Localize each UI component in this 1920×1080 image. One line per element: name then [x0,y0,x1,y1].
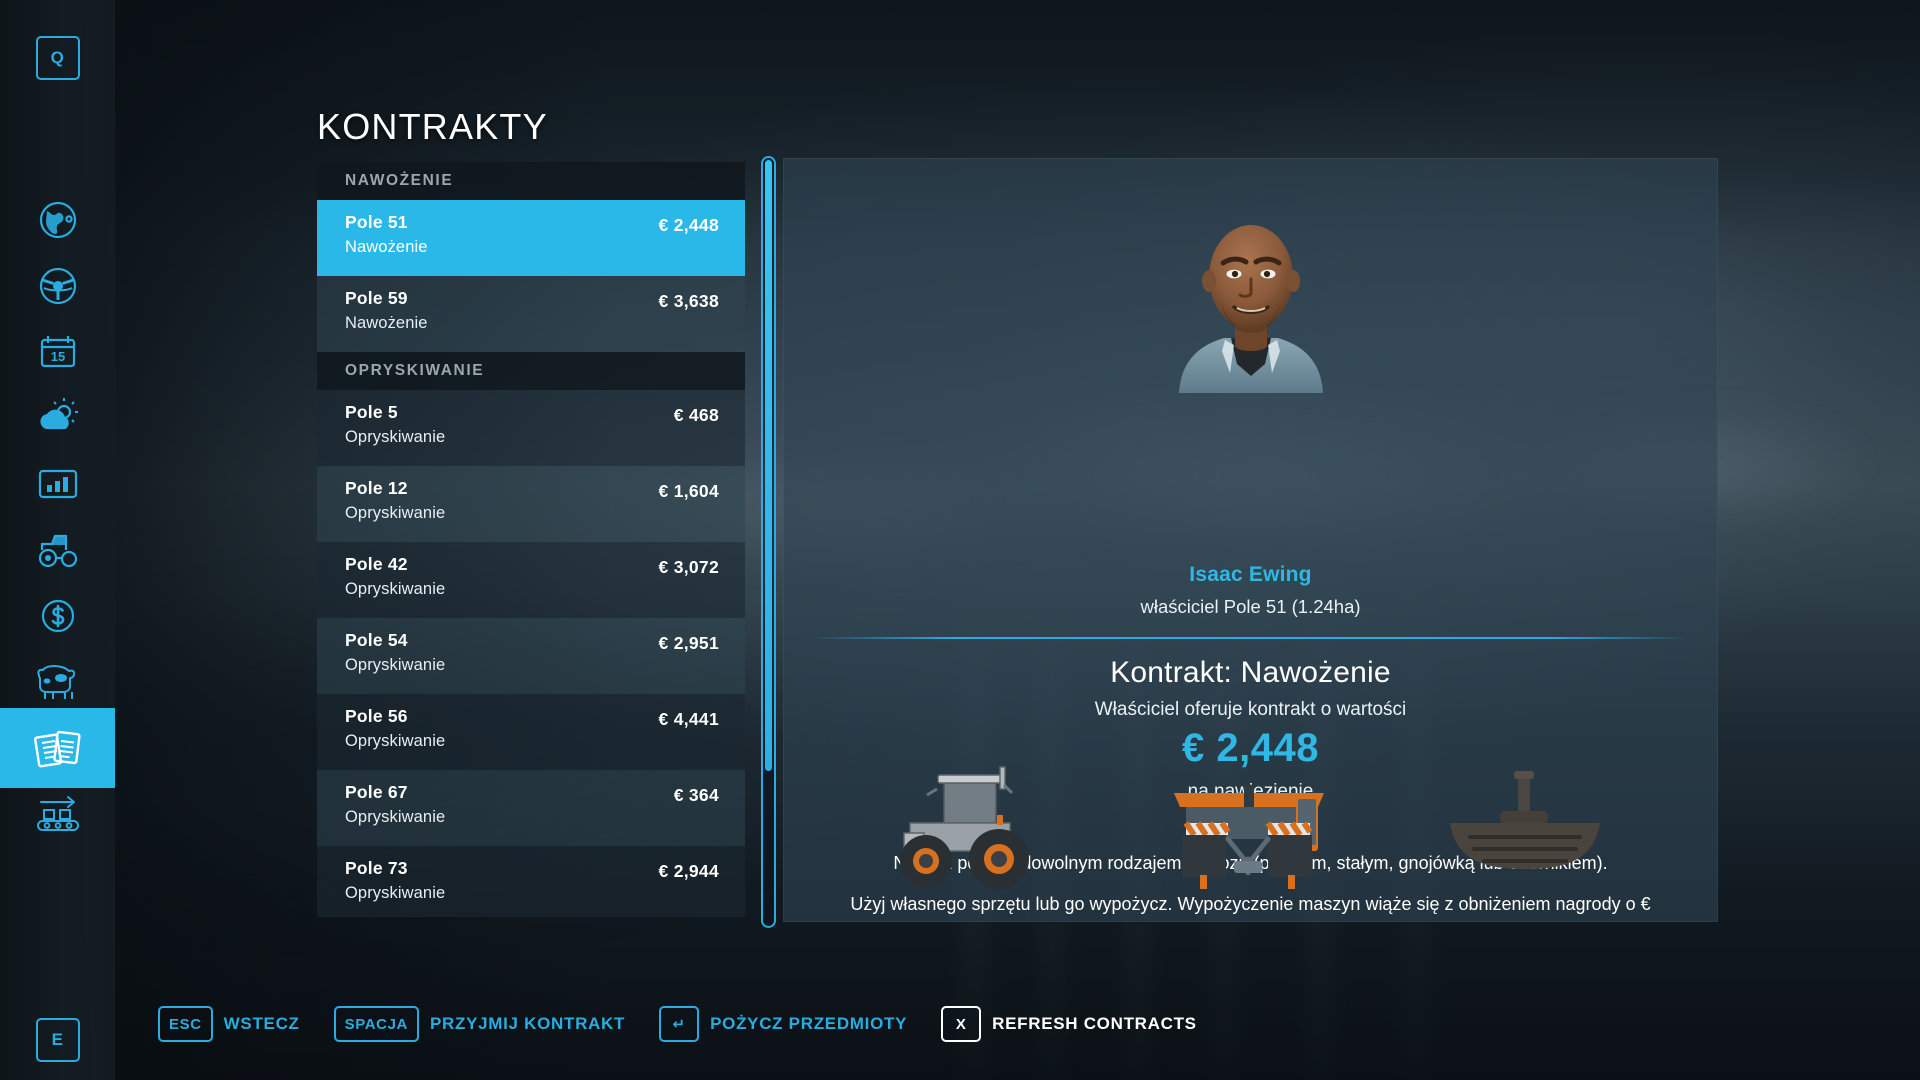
list-item-price: € 468 [673,405,719,425]
key-q-keycap: Q [35,36,80,80]
hint-borrow-items[interactable]: ↵ POŻYCZ PRZEDMIOTY [659,1006,907,1042]
list-item[interactable]: Pole 51 Nawożenie € 2,448 [317,200,745,276]
scrollbar-thumb[interactable] [765,160,772,772]
game-menu-screen: Q 15 E KONTRAKTY NAWOŻENIE Pole 51 Nawoż… [0,0,1920,1080]
list-item[interactable]: Pole 56 Opryskiwanie € 4,441 [317,694,745,770]
list-item-kind: Nawożenie [345,238,428,256]
sidebar: Q 15 E [0,0,115,1080]
list-item-kind: Opryskiwanie [345,428,446,446]
list-item-kind: Nawożenie [345,314,428,332]
list-item-price: € 2,944 [658,861,719,881]
weather-icon [34,395,82,441]
steering-wheel-icon [35,263,81,309]
equipment-previews [784,739,1717,899]
owner-name: Isaac Ewing [1189,563,1312,586]
cow-icon [32,662,84,702]
page-title: KONTRAKTY [317,106,548,147]
list-item-kind: Opryskiwanie [345,580,446,598]
key-q-label: Q [50,48,65,67]
contract-detail-panel: Isaac Ewing właściciel Pole 51 (1.24ha) … [783,158,1718,922]
sidebar-item-key-e[interactable]: E [0,1000,115,1080]
list-group-header: NAWOŻENIE [317,162,745,200]
hint-bar: ESC WSTECZ SPACJA PRZYJMIJ KONTRAKT ↵ PO… [158,1006,1197,1042]
list-item-kind: Opryskiwanie [345,732,446,750]
hint-key-x: X [941,1006,982,1042]
hint-back[interactable]: ESC WSTECZ [158,1006,300,1042]
hint-key-enter: ↵ [659,1006,700,1042]
hint-key-space: SPACJA [333,1006,419,1042]
chart-icon [35,464,81,504]
list-item-kind: Opryskiwanie [345,656,446,674]
hint-key-esc: ESC [158,1006,213,1042]
owner-portrait [1151,193,1351,393]
key-e-keycap: E [35,1018,80,1062]
fertilizer-spreader-preview [1156,749,1346,899]
hint-label-accept: PRZYJMIJ KONTRAKT [429,1014,626,1033]
list-item[interactable]: Pole 12 Opryskiwanie € 1,604 [317,466,745,542]
detail-divider [812,637,1689,639]
list-item-price: € 1,604 [658,481,719,501]
tractor-icon [33,528,83,572]
dollar-coin-icon [36,594,80,638]
hint-accept-contract[interactable]: SPACJA PRZYJMIJ KONTRAKT [333,1006,626,1042]
front-weight-preview [1430,749,1620,899]
list-item-kind: Opryskiwanie [345,884,446,902]
calendar-day-number: 15 [50,349,64,364]
hint-label-borrow: POŻYCZ PRZEDMIOTY [710,1014,908,1033]
list-scrollbar[interactable] [761,156,776,928]
conveyor-icon [31,792,85,836]
list-item-field: Pole 5 [345,402,398,422]
list-item[interactable]: Pole 59 Nawożenie € 3,638 [317,276,745,352]
list-item-price: € 3,638 [658,291,719,311]
contract-title: Kontrakt: Nawożenie [1110,656,1391,689]
list-item[interactable]: Pole 54 Opryskiwanie € 2,951 [317,618,745,694]
list-item[interactable]: Pole 67 Opryskiwanie € 364 [317,770,745,846]
offer-label: Właściciel oferuje kontrakt o wartości [1094,699,1407,720]
calendar-icon: 15 [35,329,81,375]
list-item-price: € 364 [673,785,719,805]
list-item-price: € 3,072 [658,557,719,577]
list-group-header: OPRYSKIWANIE [317,352,745,390]
sidebar-item-key-q[interactable]: Q [0,18,115,98]
tractor-preview [882,749,1072,899]
sidebar-item-production[interactable] [0,774,115,854]
hint-label-refresh: REFRESH CONTRACTS [992,1014,1197,1033]
list-item-price: € 2,951 [658,633,719,653]
hint-refresh-contracts[interactable]: X REFRESH CONTRACTS [941,1006,1197,1042]
list-item[interactable]: Pole 5 Opryskiwanie € 468 [317,390,745,466]
documents-icon [32,725,84,771]
list-item-kind: Opryskiwanie [345,808,446,826]
globe-icon [35,197,81,243]
list-item-price: € 4,441 [658,709,719,729]
owner-subtitle: właściciel Pole 51 (1.24ha) [1140,596,1361,617]
list-item-kind: Opryskiwanie [345,504,446,522]
list-item-price: € 2,448 [658,215,719,235]
hint-label-back: WSTECZ [223,1014,300,1033]
key-e-label: E [51,1030,64,1049]
list-item-field: Pole 67 [345,782,408,802]
contract-list[interactable]: NAWOŻENIE Pole 51 Nawożenie € 2,448 Pole… [317,162,745,917]
list-item[interactable]: Pole 42 Opryskiwanie € 3,072 [317,542,745,618]
list-item[interactable]: Pole 73 Opryskiwanie € 2,944 [317,846,745,917]
